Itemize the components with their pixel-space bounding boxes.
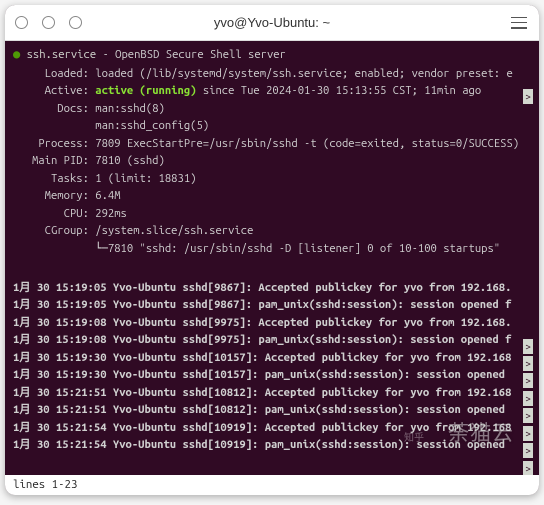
overflow-indicator-icon: > bbox=[523, 461, 533, 475]
log-entry: 1月 30 15:19:08 Yvo-Ubuntu sshd[9975]: pa… bbox=[13, 331, 531, 349]
docs-line-1: Docs: man:sshd(8) bbox=[13, 100, 531, 118]
log-section: 1月 30 15:19:05 Yvo-Ubuntu sshd[9867]: Ac… bbox=[13, 279, 531, 454]
log-entry: 1月 30 15:21:54 Yvo-Ubuntu sshd[10919]: A… bbox=[13, 419, 531, 437]
menu-icon[interactable] bbox=[511, 17, 527, 29]
cpu-line: CPU: 292ms bbox=[13, 205, 531, 223]
overflow-indicator-icon: > bbox=[523, 373, 533, 388]
tasks-line: Tasks: 1 (limit: 18831) bbox=[13, 170, 531, 188]
overflow-indicator-icon: > bbox=[523, 339, 533, 354]
log-entry: 1月 30 15:19:05 Yvo-Ubuntu sshd[9867]: pa… bbox=[13, 296, 531, 314]
window-controls bbox=[15, 16, 85, 29]
docs-line-2: man:sshd_config(5) bbox=[13, 117, 531, 135]
log-entry: 1月 30 15:21:51 Yvo-Ubuntu sshd[10812]: p… bbox=[13, 401, 531, 419]
log-entry: 1月 30 15:21:51 Yvo-Ubuntu sshd[10812]: A… bbox=[13, 384, 531, 402]
loaded-line: Loaded: loaded (/lib/systemd/system/ssh.… bbox=[13, 65, 531, 83]
terminal-output[interactable]: ● ssh.service - OpenBSD Secure Shell ser… bbox=[5, 41, 539, 475]
pager-status: lines 1-23 bbox=[5, 475, 539, 495]
window-title: yvo@Yvo-Ubuntu: ~ bbox=[85, 15, 459, 30]
log-entry: 1月 30 15:21:54 Yvo-Ubuntu sshd[10919]: p… bbox=[13, 436, 531, 454]
status-dot-icon: ● bbox=[13, 48, 20, 61]
close-icon[interactable] bbox=[15, 16, 28, 29]
service-header: ● ssh.service - OpenBSD Secure Shell ser… bbox=[13, 46, 531, 65]
overflow-indicator-icon: > bbox=[523, 443, 533, 458]
log-entry: 1月 30 15:19:30 Yvo-Ubuntu sshd[10157]: p… bbox=[13, 366, 531, 384]
mainpid-line: Main PID: 7810 (sshd) bbox=[13, 152, 531, 170]
log-entry: 1月 30 15:19:08 Yvo-Ubuntu sshd[9975]: Ac… bbox=[13, 314, 531, 332]
minimize-icon[interactable] bbox=[42, 16, 55, 29]
memory-line: Memory: 6.4M bbox=[13, 187, 531, 205]
terminal-window: yvo@Yvo-Ubuntu: ~ ● ssh.service - OpenBS… bbox=[5, 5, 539, 495]
overflow-indicator-icon: > bbox=[523, 356, 533, 371]
maximize-icon[interactable] bbox=[69, 16, 82, 29]
overflow-indicator-icon: > bbox=[523, 426, 533, 441]
cgroup-line: CGroup: /system.slice/ssh.service bbox=[13, 222, 531, 240]
overflow-indicator-icon: > bbox=[523, 89, 533, 104]
process-line: Process: 7809 ExecStartPre=/usr/sbin/ssh… bbox=[13, 135, 531, 153]
cgroup-child-line: └─7810 "sshd: /usr/sbin/sshd -D [listene… bbox=[13, 240, 531, 258]
log-entry: 1月 30 15:19:30 Yvo-Ubuntu sshd[10157]: A… bbox=[13, 349, 531, 367]
overflow-indicator-icon: > bbox=[523, 391, 533, 406]
log-entry: 1月 30 15:19:05 Yvo-Ubuntu sshd[9867]: Ac… bbox=[13, 279, 531, 297]
active-line: Active: active (running) since Tue 2024-… bbox=[13, 82, 531, 100]
titlebar: yvo@Yvo-Ubuntu: ~ bbox=[5, 5, 539, 41]
overflow-indicator-icon: > bbox=[523, 408, 533, 423]
